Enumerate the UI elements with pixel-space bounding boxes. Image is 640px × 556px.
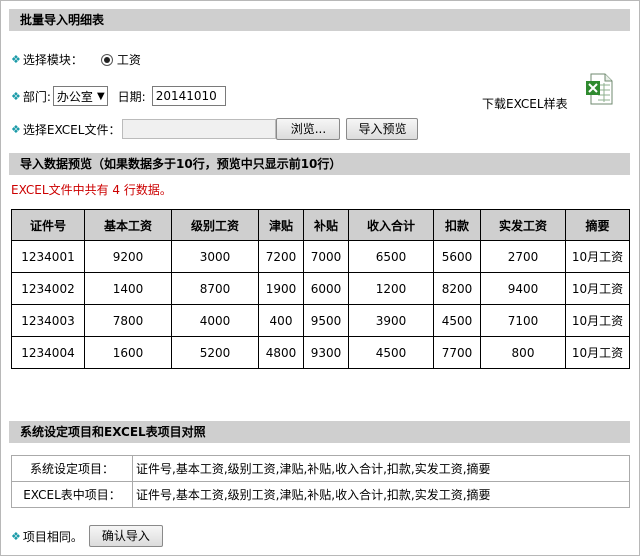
col-header: 实发工资 xyxy=(480,209,566,241)
mapping-value: 证件号,基本工资,级别工资,津贴,补贴,收入合计,扣款,实发工资,摘要 xyxy=(132,455,630,482)
table-cell: 1234004 xyxy=(11,336,85,369)
table-cell: 4500 xyxy=(348,336,434,369)
table-cell: 8700 xyxy=(171,272,259,305)
diamond-icon: ❖ xyxy=(11,529,21,543)
table-row: 1234001 9200 3000 7200 7000 6500 5600 27… xyxy=(11,240,630,273)
col-header: 摘要 xyxy=(565,209,630,241)
table-cell: 6500 xyxy=(348,240,434,273)
module-radio-salary[interactable] xyxy=(100,53,113,66)
table-cell: 9500 xyxy=(303,304,349,337)
mapping-row: 系统设定项目： 证件号,基本工资,级别工资,津贴,补贴,收入合计,扣款,实发工资… xyxy=(11,455,630,482)
col-header: 级别工资 xyxy=(171,209,259,241)
file-label: 选择EXCEL文件： xyxy=(22,122,121,137)
col-header: 证件号 xyxy=(11,209,85,241)
table-cell: 1200 xyxy=(348,272,434,305)
batch-import-panel: 批量导入明细表 ❖ 选择模块： 工资 ❖ 部门: 办公室 ▼ 日期: 20141… xyxy=(0,0,640,556)
table-cell: 3000 xyxy=(171,240,259,273)
table-cell: 4500 xyxy=(433,304,481,337)
dept-select[interactable]: 办公室 ▼ xyxy=(52,86,108,106)
same-items-label: 项目相同。 xyxy=(22,529,83,544)
module-label: 选择模块： xyxy=(22,53,83,67)
dept-date-row: ❖ 部门: 办公室 ▼ 日期: 20141010 xyxy=(11,86,226,106)
module-option-label[interactable]: 工资 xyxy=(117,51,141,68)
table-cell: 400 xyxy=(258,304,304,337)
table-cell: 1234001 xyxy=(11,240,85,273)
table-cell: 7800 xyxy=(84,304,172,337)
table-cell: 10月工资 xyxy=(565,272,630,305)
table-row: 1234003 7800 4000 400 9500 3900 4500 710… xyxy=(11,304,630,337)
file-row: ❖ 选择EXCEL文件： 浏览... 导入预览 xyxy=(11,118,419,140)
import-preview-button[interactable]: 导入预览 xyxy=(346,118,419,140)
date-label: 日期: xyxy=(117,89,146,104)
table-cell: 1400 xyxy=(84,272,172,305)
diamond-icon: ❖ xyxy=(11,89,21,103)
table-cell: 1900 xyxy=(258,272,304,305)
diamond-icon: ❖ xyxy=(11,53,21,66)
table-cell: 800 xyxy=(480,336,566,369)
confirm-import-button[interactable]: 确认导入 xyxy=(88,525,163,547)
file-path-input[interactable] xyxy=(122,119,277,139)
dept-select-value: 办公室 xyxy=(56,89,93,104)
col-header: 扣款 xyxy=(433,209,481,241)
mapping-value: 证件号,基本工资,级别工资,津贴,补贴,收入合计,扣款,实发工资,摘要 xyxy=(132,481,630,508)
row-count-message: EXCEL文件中共有 4 行数据。 xyxy=(11,183,172,197)
table-cell: 1234003 xyxy=(11,304,85,337)
download-template-link[interactable]: 下载EXCEL样表 xyxy=(482,95,568,112)
preview-section-title: 导入数据预览（如果数据多于10行，预览中只显示前10行） xyxy=(9,153,630,175)
mapping-key: EXCEL表中项目： xyxy=(11,481,133,508)
mapping-row: EXCEL表中项目： 证件号,基本工资,级别工资,津贴,补贴,收入合计,扣款,实… xyxy=(11,481,630,508)
table-cell: 1234002 xyxy=(11,272,85,305)
table-row: 1234002 1400 8700 1900 6000 1200 8200 94… xyxy=(11,272,630,305)
table-cell: 7100 xyxy=(480,304,566,337)
table-cell: 7000 xyxy=(303,240,349,273)
table-cell: 8200 xyxy=(433,272,481,305)
mapping-key: 系统设定项目： xyxy=(11,455,133,482)
module-row: ❖ 选择模块： 工资 xyxy=(11,51,141,68)
mapping-table: 系统设定项目： 证件号,基本工资,级别工资,津贴,补贴,收入合计,扣款,实发工资… xyxy=(11,455,630,508)
col-header: 收入合计 xyxy=(348,209,434,241)
table-cell: 7200 xyxy=(258,240,304,273)
table-cell: 4000 xyxy=(171,304,259,337)
table-cell: 4800 xyxy=(258,336,304,369)
table-header-row: 证件号 基本工资 级别工资 津贴 补贴 收入合计 扣款 实发工资 摘要 xyxy=(11,209,630,241)
browse-button[interactable]: 浏览... xyxy=(276,118,341,140)
excel-file-icon[interactable] xyxy=(585,73,613,105)
table-cell: 5200 xyxy=(171,336,259,369)
dept-label: 部门: xyxy=(22,89,51,104)
col-header: 基本工资 xyxy=(84,209,172,241)
col-header: 津贴 xyxy=(258,209,304,241)
table-cell: 6000 xyxy=(303,272,349,305)
preview-table: 证件号 基本工资 级别工资 津贴 补贴 收入合计 扣款 实发工资 摘要 1234… xyxy=(11,209,630,369)
diamond-icon: ❖ xyxy=(11,122,21,136)
table-cell: 9200 xyxy=(84,240,172,273)
table-cell: 7700 xyxy=(433,336,481,369)
table-cell: 10月工资 xyxy=(565,304,630,337)
col-header: 补贴 xyxy=(303,209,349,241)
table-cell: 5600 xyxy=(433,240,481,273)
table-cell: 10月工资 xyxy=(565,240,630,273)
table-cell: 3900 xyxy=(348,304,434,337)
table-cell: 1600 xyxy=(84,336,172,369)
footer-row: ❖ 项目相同。 确认导入 xyxy=(11,525,163,547)
table-cell: 10月工资 xyxy=(565,336,630,369)
table-cell: 9300 xyxy=(303,336,349,369)
date-input[interactable]: 20141010 xyxy=(151,86,226,106)
chevron-down-icon: ▼ xyxy=(96,90,105,102)
table-cell: 9400 xyxy=(480,272,566,305)
table-cell: 2700 xyxy=(480,240,566,273)
mapping-section-title: 系统设定项目和EXCEL表项目对照 xyxy=(9,421,630,443)
page-title: 批量导入明细表 xyxy=(9,9,630,31)
table-row: 1234004 1600 5200 4800 9300 4500 7700 80… xyxy=(11,336,630,369)
